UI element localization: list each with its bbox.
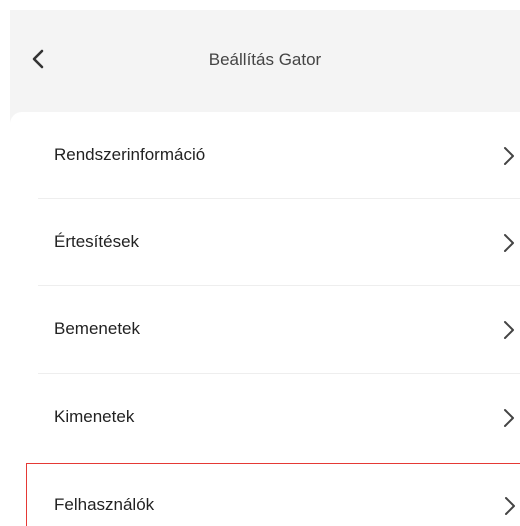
chevron-right-icon bbox=[504, 234, 514, 252]
menu-item-label: Bemenetek bbox=[54, 319, 140, 338]
settings-screen: Beállítás Gator Rendszerinformáció Értes… bbox=[10, 10, 520, 526]
chevron-right-icon bbox=[504, 321, 514, 339]
menu-item-inputs[interactable]: Bemenetek bbox=[10, 286, 520, 372]
menu-item-label: Rendszerinformáció bbox=[54, 145, 206, 164]
chevron-right-icon bbox=[504, 409, 514, 427]
menu-item-outputs[interactable]: Kimenetek bbox=[10, 374, 520, 460]
chevron-right-icon bbox=[505, 497, 515, 515]
menu-item-users[interactable]: Felhasználók bbox=[26, 463, 520, 526]
menu-item-label: Felhasználók bbox=[54, 495, 155, 514]
header-bar: Beállítás Gator bbox=[10, 10, 520, 110]
settings-menu-list: Rendszerinformáció Értesítések Bemenetek… bbox=[10, 112, 520, 526]
menu-item-notifications[interactable]: Értesítések bbox=[10, 199, 520, 285]
menu-item-label: Értesítések bbox=[54, 232, 140, 251]
menu-item-label: Kimenetek bbox=[54, 407, 135, 426]
page-title: Beállítás Gator bbox=[208, 50, 322, 69]
menu-item-system-info[interactable]: Rendszerinformáció bbox=[10, 112, 520, 198]
chevron-right-icon bbox=[504, 147, 514, 165]
